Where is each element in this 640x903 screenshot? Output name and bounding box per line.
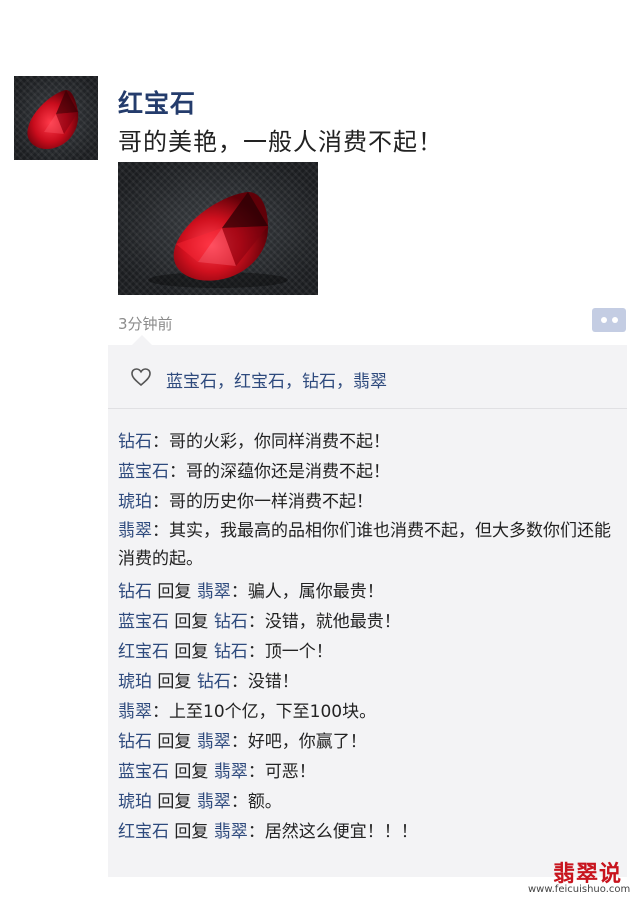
reply-word: 回复 [157,582,192,602]
heart-icon[interactable] [130,367,152,387]
dot [611,317,618,323]
comment[interactable]: 翡翠：其实，我最高的品相你们谁也消费不起，但大多数你们还能消费的起。 [118,517,618,573]
reply-word: 回复 [174,762,209,782]
comment-separator: ： [247,642,265,662]
post-text: 哥的美艳，一般人消费不起！ [118,128,443,156]
reply-target[interactable]: 翡翠 [197,732,231,752]
comment-text: 其实，我最高的品相你们谁也消费不起，但大多数你们还能消费的起。 [118,521,611,569]
comment[interactable]: 翡翠：上至10个亿，下至100块。 [118,697,618,727]
comment-separator: ： [247,822,265,842]
comment-list: 钻石：哥的火彩，你同样消费不起！ 蓝宝石：哥的深蕴你还是消费不起！ 琥珀：哥的历… [118,427,618,847]
comment-author[interactable]: 翡翠 [118,521,152,541]
comment-author[interactable]: 琥珀 [118,672,152,692]
more-dots-icon[interactable] [592,308,626,332]
likes-row: 蓝宝石，红宝石，钻石，翡翠 [108,350,627,409]
dot [600,317,607,323]
reply-target[interactable]: 翡翠 [197,792,231,812]
reply-target[interactable]: 钻石 [197,672,231,692]
comment-separator: ： [152,492,169,512]
comment-separator: ： [230,582,248,602]
comment-author[interactable]: 蓝宝石 [118,612,169,632]
reply-target[interactable]: 翡翠 [214,762,248,782]
comment-author[interactable]: 琥珀 [118,792,152,812]
comment-separator: ： [169,462,186,482]
comment-author[interactable]: 翡翠 [118,702,152,722]
comment-author[interactable]: 红宝石 [118,642,169,662]
reply-target[interactable]: 钻石 [214,642,248,662]
avatar[interactable] [14,76,98,160]
comment-separator: ： [247,762,265,782]
comment-text: 没错，就他最贵！ [264,612,401,632]
comment-author[interactable]: 钻石 [118,432,152,452]
comment-separator: ： [230,732,248,752]
comment-separator: ： [247,612,265,632]
comment-text: 顶一个！ [264,642,333,662]
comment[interactable]: 蓝宝石：哥的深蕴你还是消费不起！ [118,457,618,487]
comment-reply[interactable]: 琥珀 回复 翡翠：额。 [118,787,618,817]
reply-word: 回复 [157,792,192,812]
comment-reply[interactable]: 琥珀 回复 钻石：没错！ [118,667,618,697]
comment-author[interactable]: 蓝宝石 [118,462,169,482]
watermark-url: www.feicuishuo.com [528,884,631,895]
comment-reply[interactable]: 蓝宝石 回复 翡翠：可恶！ [118,757,618,787]
comment-text: 哥的火彩，你同样消费不起！ [169,432,390,452]
post-timestamp: 3分钟前 [118,315,173,333]
comment[interactable]: 钻石：哥的火彩，你同样消费不起！ [118,427,618,457]
reply-word: 回复 [157,672,192,692]
comment-author[interactable]: 红宝石 [118,822,169,842]
comment-author[interactable]: 钻石 [118,732,152,752]
comment-text: 好吧，你赢了！ [247,732,367,752]
panel-pointer [132,335,152,345]
comment-reply[interactable]: 钻石 回复 翡翠：骗人，属你最贵！ [118,577,618,607]
comment-text: 骗人，属你最贵！ [247,582,384,602]
post-username[interactable]: 红宝石 [118,84,196,120]
comment-author[interactable]: 钻石 [118,582,152,602]
comment-text: 没错！ [247,672,299,692]
reply-word: 回复 [174,642,209,662]
reply-word: 回复 [174,612,209,632]
reply-word: 回复 [174,822,209,842]
reply-target[interactable]: 翡翠 [214,822,248,842]
reply-word: 回复 [157,732,192,752]
reply-target[interactable]: 翡翠 [197,582,231,602]
comment-text: 哥的历史你一样消费不起！ [169,492,373,512]
comment-separator: ： [230,792,248,812]
comment-separator: ： [230,672,248,692]
comment-text: 哥的深蕴你还是消费不起！ [186,462,390,482]
comment-reply[interactable]: 钻石 回复 翡翠：好吧，你赢了！ [118,727,618,757]
comment-author[interactable]: 琥珀 [118,492,152,512]
ruby-gem-image [27,90,79,150]
comment-text: 额。 [247,792,282,812]
comment-text: 居然这么便宜！！！ [264,822,418,842]
comment-separator: ： [152,432,169,452]
post-photo[interactable] [118,162,318,295]
comment-reply[interactable]: 红宝石 回复 钻石：顶一个！ [118,637,618,667]
comment-author[interactable]: 蓝宝石 [118,762,169,782]
reply-target[interactable]: 钻石 [214,612,248,632]
comment[interactable]: 琥珀：哥的历史你一样消费不起！ [118,487,618,517]
comment-text: 上至10个亿，下至100块。 [169,702,377,722]
comment-reply[interactable]: 红宝石 回复 翡翠：居然这么便宜！！！ [118,817,618,847]
comment-reply[interactable]: 蓝宝石 回复 钻石：没错，就他最贵！ [118,607,618,637]
comment-separator: ： [152,521,169,541]
comment-text: 可恶！ [264,762,316,782]
likes-names[interactable]: 蓝宝石，红宝石，钻石，翡翠 [166,367,387,392]
ruby-gem-image [148,192,288,288]
comment-separator: ： [152,702,169,722]
